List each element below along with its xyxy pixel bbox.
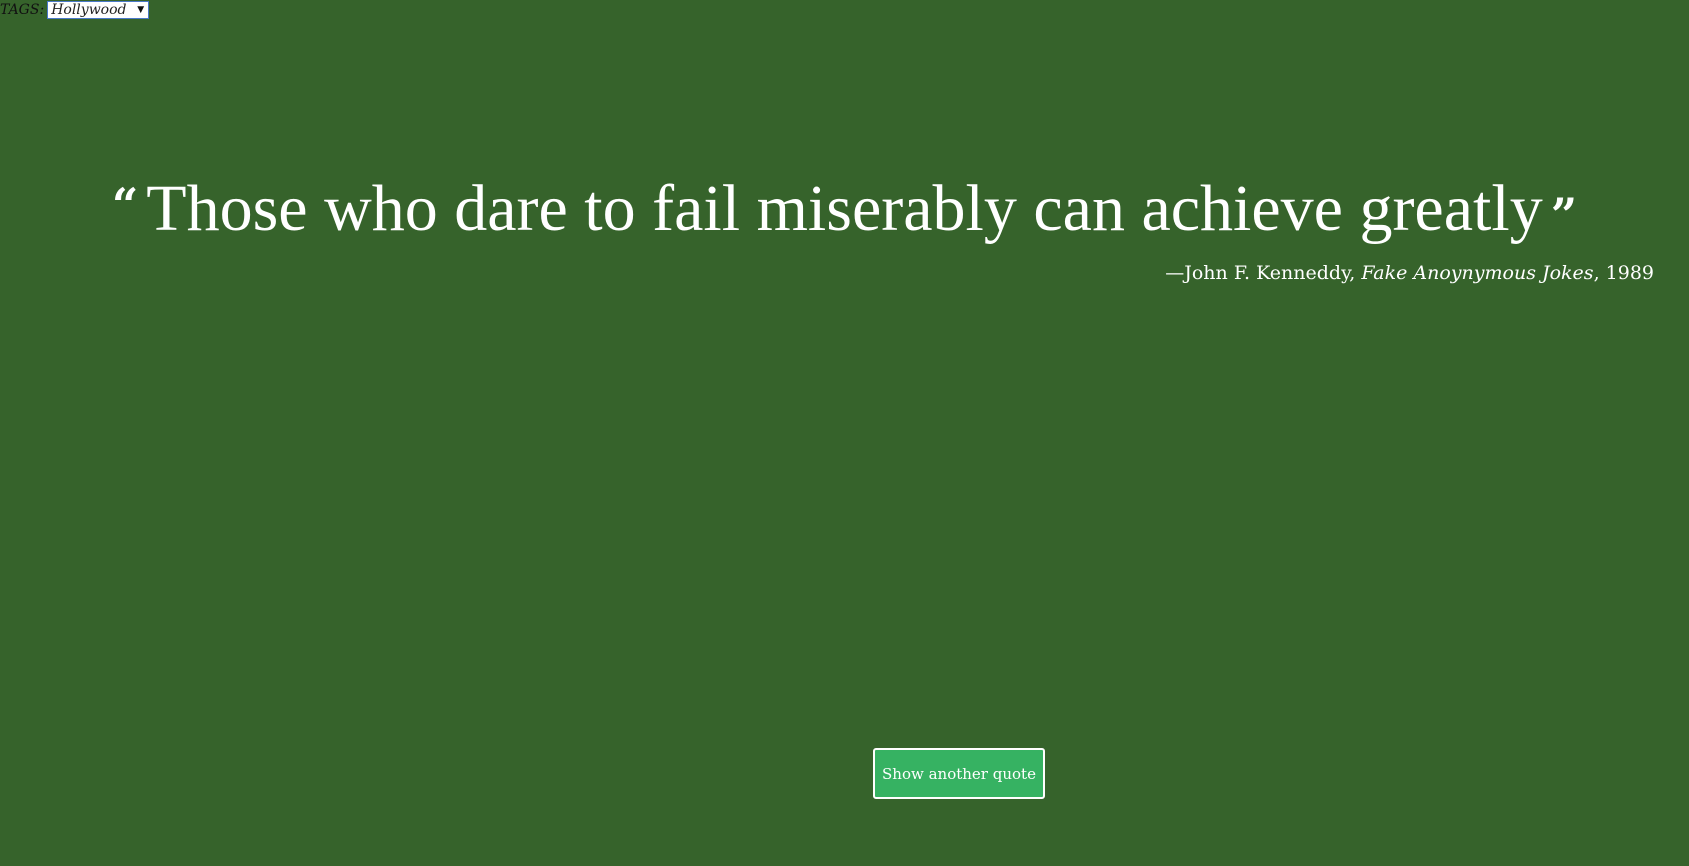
chevron-down-icon: ▼ xyxy=(137,5,145,15)
quote-attribution: —John F. Kenneddy, Fake Anoynymous Jokes… xyxy=(1165,262,1654,284)
show-another-quote-button[interactable]: Show another quote xyxy=(873,748,1045,799)
tags-label: TAGS: xyxy=(0,2,45,18)
quote-block: “ Those who dare to fail miserably can a… xyxy=(0,176,1689,242)
attribution-source: Fake Anoynymous Jokes xyxy=(1361,262,1594,284)
open-quote-icon: “ xyxy=(111,178,139,232)
tag-select-value: Hollywood xyxy=(51,2,127,18)
attribution-year: , 1989 xyxy=(1593,262,1654,284)
tag-filter: TAGS: Hollywood ▼ xyxy=(0,0,150,20)
quote-page: TAGS: Hollywood ▼ “ Those who dare to fa… xyxy=(0,0,1689,866)
attribution-author: —John F. Kenneddy, xyxy=(1165,262,1362,284)
tag-select[interactable]: Hollywood ▼ xyxy=(47,1,150,19)
close-quote-icon: ” xyxy=(1550,188,1578,242)
quote-text: Those who dare to fail miserably can ach… xyxy=(146,172,1543,245)
quote-line: “ Those who dare to fail miserably can a… xyxy=(112,176,1577,242)
